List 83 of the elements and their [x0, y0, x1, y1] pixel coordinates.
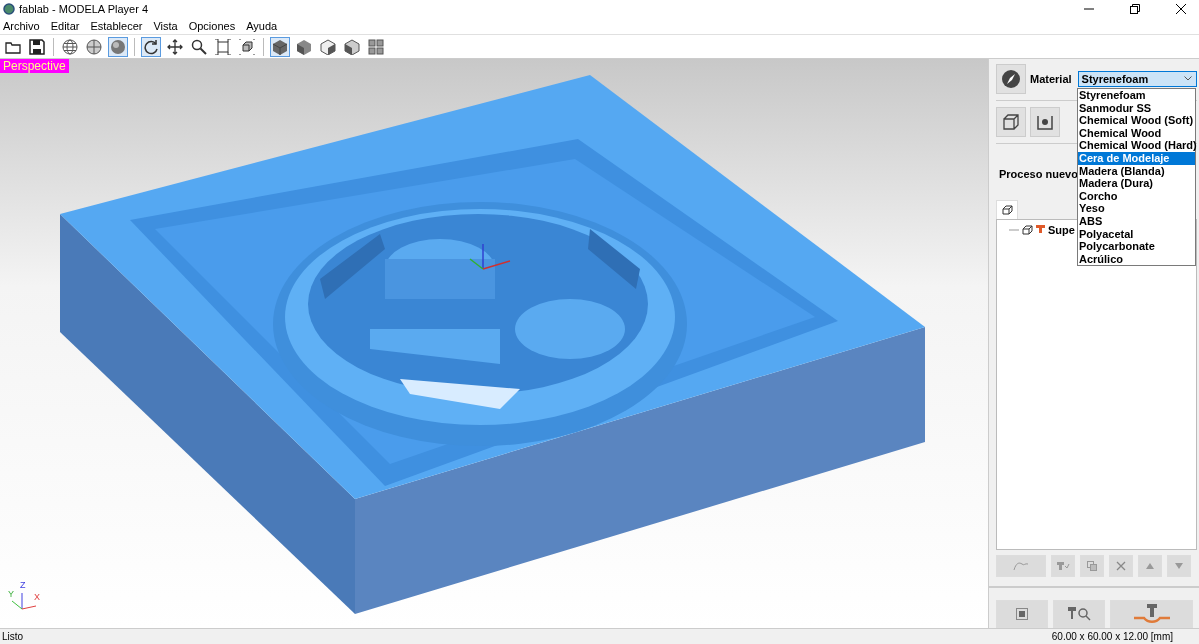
delete-button[interactable]: [1109, 555, 1133, 578]
window-title: fablab - MODELA Player 4: [19, 2, 149, 15]
tool-check-button[interactable]: [1051, 555, 1075, 578]
y-axis-label: Y: [8, 590, 14, 599]
close-icon[interactable]: [1175, 2, 1187, 15]
box-view-button[interactable]: [996, 107, 1026, 137]
cut-button[interactable]: [1110, 600, 1193, 628]
material-option[interactable]: Madera (Dura): [1078, 177, 1195, 190]
material-option[interactable]: Yeso: [1078, 202, 1195, 215]
square-icon: [1016, 608, 1028, 620]
material-option[interactable]: Chemical Wood (Hard): [1078, 139, 1195, 152]
cube-view-button[interactable]: [270, 36, 290, 57]
x-axis-label: X: [34, 593, 40, 602]
drill-icon: [1036, 225, 1045, 235]
rotate-button[interactable]: [141, 36, 161, 57]
tool-search-button[interactable]: [1053, 600, 1105, 628]
fit-frame-button[interactable]: [213, 36, 233, 57]
menu-item[interactable]: Vista: [153, 19, 178, 32]
material-option[interactable]: Polycarbonate: [1078, 240, 1195, 253]
rotate-icon: [143, 38, 159, 55]
drill-icon: [1056, 561, 1070, 572]
tree-item[interactable]: Supe: [1048, 224, 1075, 236]
wireframe-globe-icon: [62, 38, 78, 55]
path-icon: [1013, 561, 1029, 572]
dimensions-text: 60.00 x 60.00 x 12.00 [mm]: [1051, 631, 1173, 642]
maximize-icon[interactable]: [1129, 2, 1141, 15]
bowl-icon: [1036, 113, 1054, 131]
sphere-button[interactable]: [108, 36, 128, 57]
compass-icon: [1001, 68, 1021, 89]
cut-area-button[interactable]: [1030, 107, 1060, 137]
cube-right-icon: [344, 38, 360, 55]
process-label: Proceso nuevo: [999, 168, 1078, 180]
box-icon: [1002, 113, 1020, 131]
delete-icon: [1116, 561, 1126, 572]
material-label: Material: [1030, 72, 1072, 85]
move-icon: [167, 38, 183, 55]
search-icon: [191, 38, 207, 55]
material-dropdown[interactable]: Styrenefoam: [1077, 70, 1197, 87]
fit-cube-button[interactable]: [237, 36, 257, 57]
material-option[interactable]: Polyacetal: [1078, 227, 1195, 241]
view-mode-label: Perspective: [0, 59, 69, 73]
globe-icon: [86, 38, 102, 55]
menu-item[interactable]: Opciones: [188, 19, 236, 32]
triangle-up-icon: [1146, 563, 1154, 570]
material-option[interactable]: Chemical Wood (Soft): [1078, 114, 1195, 127]
menu-item[interactable]: Establecer: [90, 19, 143, 32]
material-option[interactable]: ABS: [1078, 214, 1195, 228]
drill-search-icon: [1067, 606, 1091, 622]
copy-icon: [1087, 561, 1097, 572]
cube-left-icon: [296, 38, 312, 55]
compass-button[interactable]: [996, 63, 1026, 94]
grid-view-button[interactable]: [366, 36, 386, 57]
material-option[interactable]: Chemical Wood: [1078, 126, 1195, 140]
material-option[interactable]: Sanmodur SS: [1078, 101, 1195, 115]
material-option[interactable]: Acrúlico: [1078, 252, 1195, 266]
save-icon: [29, 38, 45, 55]
globe-button[interactable]: [84, 36, 104, 57]
tree-line-icon: [1009, 229, 1019, 231]
process-tab[interactable]: [996, 200, 1018, 219]
z-axis-label: Z: [20, 581, 26, 590]
chevron-down-icon: [1183, 76, 1192, 81]
triangle-down-icon: [1175, 563, 1183, 570]
material-option[interactable]: Cera de Modelaje: [1078, 151, 1195, 165]
cube-icon: [1022, 225, 1033, 235]
grid-view-icon: [368, 38, 384, 55]
menu-item[interactable]: Archivo: [3, 19, 40, 32]
fit-frame-icon: [215, 38, 231, 55]
cube-icon: [1001, 205, 1013, 215]
menu-item[interactable]: Ayuda: [246, 19, 278, 32]
menu-item[interactable]: Editar: [50, 19, 80, 32]
cube-view-icon: [272, 38, 288, 55]
sphere-icon: [110, 38, 126, 55]
cube-front-icon: [320, 38, 336, 55]
material-option[interactable]: Madera (Blanda): [1078, 164, 1195, 178]
wireframe-globe-button[interactable]: [60, 36, 80, 57]
preview-button[interactable]: [996, 600, 1048, 628]
milling-icon: [1131, 603, 1172, 625]
material-option[interactable]: Styrenefoam: [1078, 89, 1195, 102]
status-text: Listo: [2, 631, 24, 642]
app-logo-icon: [3, 2, 15, 15]
save-button[interactable]: [27, 36, 47, 57]
fit-cube-icon: [239, 38, 255, 55]
material-option[interactable]: Corcho: [1078, 189, 1195, 203]
